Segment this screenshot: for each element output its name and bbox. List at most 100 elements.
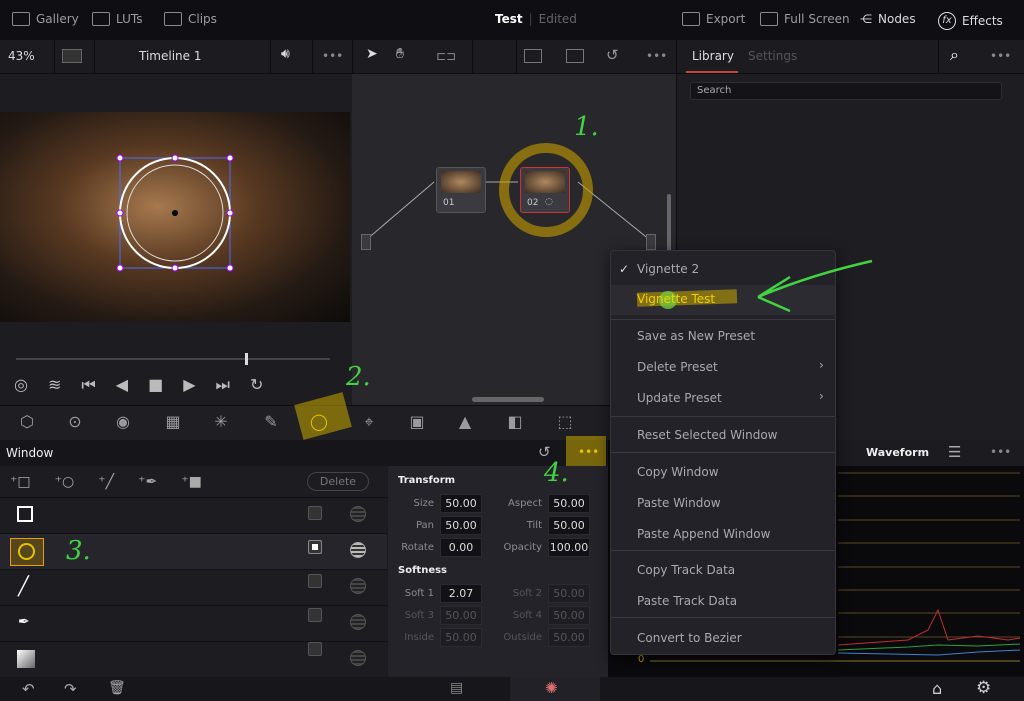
menu-item-update-preset[interactable]: Update Preset bbox=[637, 391, 722, 405]
node-01[interactable]: 01 bbox=[436, 167, 486, 213]
zoom-level[interactable]: 43% bbox=[8, 49, 35, 63]
compare-icon[interactable] bbox=[62, 49, 82, 63]
volume-icon[interactable]: 🔊︎ bbox=[281, 46, 290, 62]
image-icon[interactable] bbox=[524, 49, 542, 63]
menu-item-paste-window[interactable]: Paste Window bbox=[637, 496, 721, 510]
soft2-field[interactable]: 50.00 bbox=[548, 584, 590, 603]
add-rectangle-icon[interactable]: ⁺□ bbox=[10, 474, 31, 490]
playhead[interactable] bbox=[245, 353, 248, 365]
edit-page-icon[interactable]: ▤ bbox=[450, 680, 463, 696]
play-icon[interactable]: ▶ bbox=[183, 375, 195, 395]
soft4-field[interactable]: 50.00 bbox=[548, 606, 590, 625]
mask-toggle[interactable] bbox=[350, 650, 366, 666]
add-gradient-icon[interactable]: ⁺■ bbox=[181, 474, 202, 490]
skip-start-icon[interactable]: ⏮ bbox=[81, 375, 95, 395]
reset-icon[interactable]: ↺ bbox=[606, 46, 619, 64]
timeline-selector[interactable]: Timeline 1 bbox=[139, 49, 201, 63]
hdr-icon[interactable]: ◉ bbox=[112, 412, 134, 432]
redo-icon[interactable]: ↷ bbox=[64, 680, 77, 698]
invert-toggle[interactable] bbox=[308, 608, 322, 622]
more-icon[interactable]: ••• bbox=[990, 49, 1011, 63]
viewer-mode-icon[interactable]: ◎ bbox=[14, 375, 28, 395]
export-button[interactable]: Export bbox=[682, 12, 745, 26]
skip-end-icon[interactable]: ⏭ bbox=[216, 375, 230, 395]
more-icon[interactable]: ••• bbox=[646, 49, 667, 63]
sizing-icon[interactable]: ⬚ bbox=[554, 412, 576, 432]
window-row-gradient[interactable] bbox=[0, 641, 387, 677]
scrollbar[interactable] bbox=[667, 194, 671, 254]
tracker-icon[interactable]: ⌖ bbox=[358, 412, 380, 432]
fullscreen-button[interactable]: Full Screen bbox=[760, 12, 850, 26]
step-back-icon[interactable]: ◀ bbox=[116, 375, 128, 395]
menu-item-copy-track-data[interactable]: Copy Track Data bbox=[637, 563, 735, 577]
invert-toggle[interactable] bbox=[308, 642, 322, 656]
menu-item-vignette-2[interactable]: Vignette 2 bbox=[637, 262, 699, 276]
qualifier-icon[interactable]: ✎ bbox=[260, 412, 282, 432]
window-row-linear[interactable]: ╱ bbox=[0, 569, 387, 605]
rotate-field[interactable]: 0.00 bbox=[440, 538, 482, 557]
key-icon[interactable]: ◧ bbox=[504, 412, 526, 432]
invert-toggle[interactable] bbox=[308, 506, 322, 520]
effects-button[interactable]: fx Effects bbox=[938, 12, 1003, 30]
window-row-pen[interactable]: ✒ bbox=[0, 605, 387, 641]
scope-type-selector[interactable]: Waveform bbox=[866, 446, 929, 459]
outside-field[interactable]: 50.00 bbox=[548, 628, 590, 647]
output-node[interactable] bbox=[646, 234, 656, 250]
search-input[interactable]: Search bbox=[690, 82, 1002, 100]
scrubber[interactable] bbox=[16, 358, 330, 360]
primaries-icon[interactable]: ⊙ bbox=[64, 412, 86, 432]
window-tool-icon[interactable]: ◯ bbox=[308, 412, 330, 432]
settings-gear-icon[interactable]: ⚙ bbox=[976, 678, 991, 698]
scrollbar[interactable] bbox=[472, 397, 544, 402]
more-icon[interactable]: ••• bbox=[322, 49, 343, 63]
menu-item-save-preset[interactable]: Save as New Preset bbox=[637, 329, 755, 343]
soft1-field[interactable]: 2.07 bbox=[440, 584, 482, 603]
input-node[interactable] bbox=[361, 234, 371, 250]
mask-toggle[interactable] bbox=[350, 614, 366, 630]
video-frame[interactable] bbox=[0, 112, 350, 322]
invert-toggle[interactable] bbox=[308, 540, 322, 554]
grid-icon[interactable] bbox=[566, 49, 584, 63]
scope-settings-icon[interactable]: ☰ bbox=[948, 443, 961, 461]
blur-icon[interactable]: ▲ bbox=[454, 412, 476, 432]
opacity-field[interactable]: 100.00 bbox=[548, 538, 590, 557]
mask-toggle[interactable] bbox=[350, 506, 366, 522]
menu-item-paste-track-data[interactable]: Paste Track Data bbox=[637, 594, 737, 608]
nodes-button[interactable]: ⋲ Nodes bbox=[860, 12, 916, 26]
invert-toggle[interactable] bbox=[308, 574, 322, 588]
add-pen-icon[interactable]: ⁺✒ bbox=[138, 474, 157, 490]
gallery-button[interactable]: Gallery bbox=[12, 12, 79, 26]
add-circle-icon[interactable]: ⁺○ bbox=[55, 474, 75, 490]
undo-icon[interactable]: ↶ bbox=[22, 680, 35, 698]
curves-icon[interactable]: ▦ bbox=[162, 412, 184, 432]
node-layout-icon[interactable]: ⊏⊐ bbox=[436, 49, 456, 63]
tab-settings[interactable]: Settings bbox=[748, 49, 797, 63]
size-field[interactable]: 50.00 bbox=[440, 494, 482, 513]
trash-icon[interactable]: 🗑︎ bbox=[108, 680, 126, 696]
more-icon[interactable]: ••• bbox=[990, 445, 1011, 459]
luts-button[interactable]: LUTs bbox=[92, 12, 142, 26]
magic-mask-icon[interactable]: ▣ bbox=[406, 412, 428, 432]
stop-icon[interactable]: ■ bbox=[148, 375, 163, 395]
mask-toggle[interactable] bbox=[350, 542, 366, 558]
menu-item-vignette-test[interactable]: Vignette Test bbox=[637, 292, 715, 306]
menu-item-delete-preset[interactable]: Delete Preset bbox=[637, 360, 718, 374]
camera-raw-icon[interactable]: ⬡ bbox=[16, 412, 38, 432]
hand-icon[interactable]: ✋︎ bbox=[396, 46, 404, 62]
pan-field[interactable]: 50.00 bbox=[440, 516, 482, 535]
menu-item-convert-bezier[interactable]: Convert to Bezier bbox=[637, 631, 742, 645]
window-row-circle[interactable] bbox=[0, 533, 387, 569]
search-icon[interactable]: ⌕ bbox=[950, 45, 959, 65]
delete-button[interactable]: Delete bbox=[307, 472, 369, 491]
home-icon[interactable]: ⌂ bbox=[932, 679, 942, 698]
menu-item-reset-window[interactable]: Reset Selected Window bbox=[637, 428, 777, 442]
more-options-button[interactable]: ••• bbox=[578, 445, 599, 459]
inside-field[interactable]: 50.00 bbox=[440, 628, 482, 647]
aspect-field[interactable]: 50.00 bbox=[548, 494, 590, 513]
tilt-field[interactable]: 50.00 bbox=[548, 516, 590, 535]
color-page-icon[interactable]: ✺ bbox=[545, 679, 558, 697]
mask-toggle[interactable] bbox=[350, 578, 366, 594]
add-linear-icon[interactable]: ⁺╱ bbox=[98, 474, 114, 490]
clips-button[interactable]: Clips bbox=[164, 12, 217, 26]
color-warper-icon[interactable]: ✳ bbox=[210, 412, 232, 432]
